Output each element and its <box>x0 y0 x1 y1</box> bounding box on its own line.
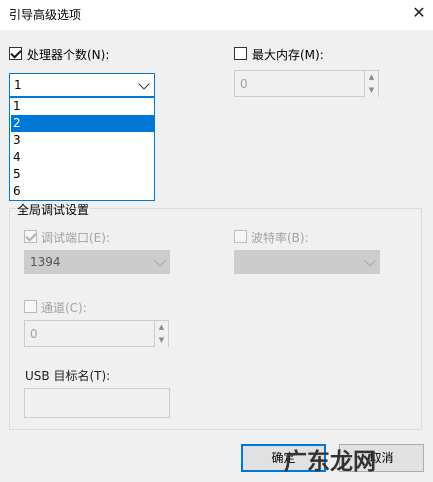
spin-up-button[interactable]: ▲ <box>154 321 168 334</box>
debug-port-label: 调试端口(E): <box>41 231 110 245</box>
spin-down-button[interactable]: ▼ <box>364 84 378 97</box>
dropdown-option[interactable]: 6 <box>11 183 155 200</box>
processors-label: 处理器个数(N): <box>27 48 110 62</box>
debug-group-title: 全局调试设置 <box>16 201 91 218</box>
processors-dropdown-list[interactable]: 1 2 3 4 5 6 <box>9 97 155 201</box>
dropdown-option[interactable]: 3 <box>11 132 155 149</box>
watermark-logo: 广东龙网 <box>284 449 376 475</box>
max-memory-spinner[interactable]: 0 ▲ ▼ <box>234 70 379 97</box>
baud-rate-label: 波特率(B): <box>251 231 309 245</box>
max-memory-label: 最大内存(M): <box>252 48 324 62</box>
debug-port-combo[interactable]: 1394 <box>24 250 170 274</box>
chevron-down-icon <box>154 255 166 267</box>
max-memory-checkbox[interactable] <box>234 47 247 60</box>
processors-checkbox[interactable] <box>9 47 22 60</box>
debug-port-value: 1394 <box>30 255 61 269</box>
chevron-down-icon <box>364 255 376 267</box>
max-memory-value: 0 <box>240 77 248 91</box>
usb-target-label: USB 目标名(T): <box>25 369 111 383</box>
processors-selected-value: 1 <box>14 78 22 92</box>
dropdown-option[interactable]: 4 <box>11 149 155 166</box>
channel-value: 0 <box>30 327 38 341</box>
baud-rate-checkbox[interactable] <box>234 230 247 243</box>
dropdown-option[interactable]: 1 <box>11 98 155 115</box>
dropdown-option[interactable]: 5 <box>11 166 155 183</box>
spin-down-button[interactable]: ▼ <box>154 334 168 347</box>
chevron-down-icon <box>138 78 150 90</box>
close-icon: ✕ <box>412 3 426 22</box>
channel-label: 通道(C): <box>41 301 87 315</box>
processors-combo[interactable]: 1 <box>9 73 155 97</box>
window-title: 引导高级选项 <box>9 8 82 22</box>
baud-rate-combo[interactable] <box>234 250 380 274</box>
dropdown-option-selected[interactable]: 2 <box>11 115 155 132</box>
channel-spinner[interactable]: 0 ▲ ▼ <box>24 320 169 347</box>
usb-target-field[interactable] <box>24 388 170 418</box>
close-button[interactable]: ✕ <box>408 2 430 24</box>
spin-up-button[interactable]: ▲ <box>364 71 378 84</box>
channel-checkbox[interactable] <box>24 300 37 313</box>
debug-port-checkbox[interactable] <box>24 230 37 243</box>
